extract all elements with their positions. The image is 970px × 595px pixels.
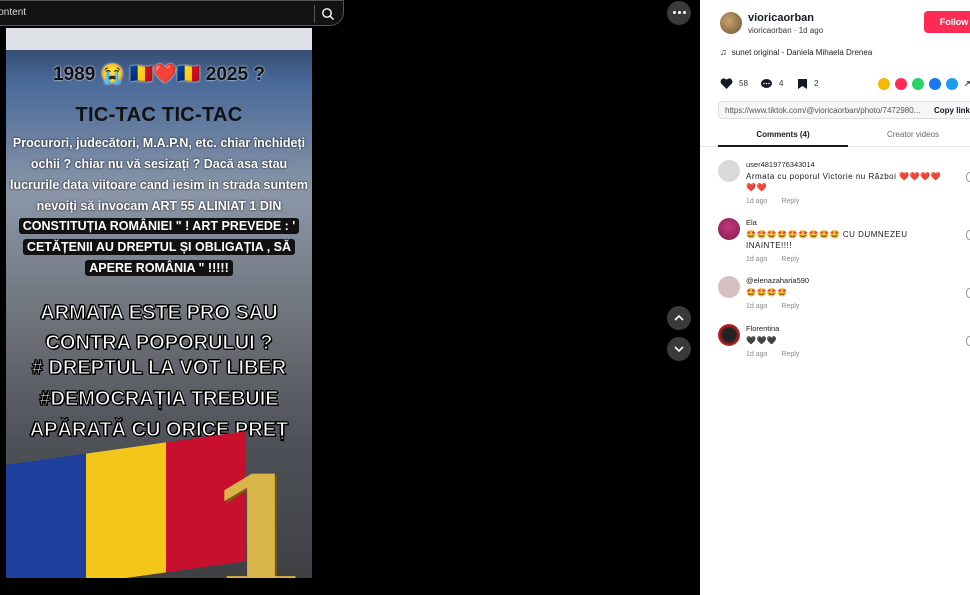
comment-avatar[interactable] [718, 160, 740, 182]
comment-username[interactable]: Florentina [746, 324, 779, 333]
photo-big-line: CONTRA POPORULUI ? [45, 332, 273, 355]
photo-tictac-line: TIC-TAC TIC-TAC [75, 104, 243, 126]
author-username[interactable]: vioricaorban [748, 12, 814, 24]
number-one-badge: 1 [206, 445, 311, 578]
comment-like-icon[interactable] [966, 336, 970, 346]
active-tab-indicator [718, 145, 848, 147]
facebook-icon[interactable] [929, 78, 941, 90]
search-bar[interactable]: ated content [0, 0, 344, 26]
save-count: 2 [814, 79, 819, 88]
comment-username[interactable]: Ela [746, 218, 757, 227]
comment-avatar[interactable] [718, 218, 740, 240]
photo-text-line: ochii ? chiar nu vă sesizați ? Dacă asa … [30, 157, 288, 171]
post-photo[interactable]: 1989 😭 🇷🇴❤️🇷🇴 2025 ? TIC-TAC TIC-TAC Pro… [6, 28, 312, 578]
photo-big-line: APĂRATĂ CU ORICE PREȚ [29, 419, 289, 442]
post-details-panel: vioricaorban vioricaorban · 1d ago Follo… [700, 0, 970, 595]
comment-count: 4 [779, 79, 784, 88]
comment-like-icon[interactable] [966, 172, 970, 182]
comment-text: 🤩🤩🤩🤩🤩🤩🤩🤩🤩 CU DUMNEZEU INAINTE!!!! [746, 230, 908, 250]
photo-viewer: ated content 1989 😭 🇷🇴❤️🇷🇴 2025 ? TIC-TA… [0, 0, 700, 595]
comment-text: Armata cu poporul Victorie nu Război ❤️❤… [746, 172, 941, 192]
comment-icon[interactable] [760, 78, 773, 90]
photo-top-strip [6, 28, 312, 50]
photo-big-line: #DEMOCRAȚIA TREBUIE [39, 388, 279, 411]
comment-time: 1d ago [746, 351, 768, 358]
comment-username[interactable]: user4819776343014 [746, 160, 815, 169]
comment-text: 🖤🖤🖤 [746, 336, 778, 345]
comment-avatar[interactable] [718, 276, 740, 298]
photo-year-line: 1989 😭 🇷🇴❤️🇷🇴 2025 ? [53, 64, 265, 85]
tab-creator-videos[interactable]: Creator videos [848, 130, 970, 139]
comment-time: 1d ago [746, 303, 768, 310]
comment-meta: 1d ago Reply [746, 351, 799, 358]
post-link-text[interactable]: https://www.tiktok.com/@vioricaorban/pho… [725, 106, 920, 115]
comment-avatar[interactable] [718, 324, 740, 346]
reply-button[interactable]: Reply [781, 351, 799, 358]
photo-text-line: nevoiți să invocam ART 55 ALINIAT 1 DIN [36, 199, 282, 213]
comment-time: 1d ago [746, 198, 768, 205]
panel-tabs: Comments (4) Creator videos [700, 125, 970, 147]
twitter-icon[interactable] [946, 78, 958, 90]
like-count: 58 [739, 79, 748, 88]
search-divider [314, 5, 315, 23]
comment-meta: 1d ago Reply [746, 303, 799, 310]
author-subline: vioricaorban · 1d ago [748, 26, 824, 35]
comment-meta: 1d ago Reply [746, 256, 799, 263]
tab-comments[interactable]: Comments (4) [718, 130, 848, 139]
search-icon[interactable] [321, 7, 335, 21]
photo-highlight-line: CONSTITUȚIA ROMÂNIEI " ! ART PREVEDE : ' [18, 218, 300, 234]
previous-post-button[interactable] [667, 306, 691, 330]
author-avatar[interactable] [720, 12, 742, 34]
music-title: sunet original - Daniela Mihaela Drenea [731, 48, 873, 57]
more-options-button[interactable] [667, 1, 691, 25]
comment-item: Ela 🤩🤩🤩🤩🤩🤩🤩🤩🤩 CU DUMNEZEU INAINTE!!!! 1d… [718, 218, 970, 268]
comment-username[interactable]: @elenazaharia590 [746, 276, 809, 285]
comment-like-icon[interactable] [966, 288, 970, 298]
chevron-down-icon [674, 346, 684, 353]
comment-meta: 1d ago Reply [746, 198, 799, 205]
repost-icon[interactable] [878, 78, 890, 90]
reply-button[interactable]: Reply [781, 198, 799, 205]
music-info[interactable]: ♫ sunet original - Daniela Mihaela Drenea [720, 47, 872, 57]
comment-item: user4819776343014 Armata cu poporul Vict… [718, 160, 970, 210]
more-share-icon[interactable]: ↗ [964, 78, 970, 90]
comment-like-icon[interactable] [966, 230, 970, 240]
photo-text-line: lucrurile data viitoare cand iesim in st… [9, 178, 309, 192]
comment-item: Florentina 🖤🖤🖤 1d ago Reply [718, 324, 970, 364]
bookmark-icon[interactable] [797, 78, 808, 90]
reply-button[interactable]: Reply [781, 256, 799, 263]
photo-highlight-line: APERE ROMÂNIA " !!!!! [85, 260, 233, 276]
heart-icon[interactable] [720, 78, 733, 90]
reply-button[interactable]: Reply [781, 303, 799, 310]
comment-time: 1d ago [746, 256, 768, 263]
next-post-button[interactable] [667, 337, 691, 361]
whatsapp-icon[interactable] [912, 78, 924, 90]
comment-text: 🤩🤩🤩🤩 [746, 288, 788, 297]
music-note-icon: ♫ [720, 47, 727, 57]
photo-highlight-line: CETĂȚENII AU DREPTUL ȘI OBLIGAȚIA , SĂ [22, 239, 296, 255]
action-bar: 58 4 2 ↗ [720, 78, 970, 92]
photo-text-line: Procurori, judecători, M.A.P.N, etc. chi… [12, 136, 306, 150]
chevron-up-icon [674, 314, 684, 321]
send-icon[interactable] [895, 78, 907, 90]
search-text: ated content [0, 7, 27, 18]
post-link-box: https://www.tiktok.com/@vioricaorban/pho… [718, 101, 970, 119]
comment-item: @elenazaharia590 🤩🤩🤩🤩 1d ago Reply [718, 276, 970, 316]
photo-big-line: # DREPTUL LA VOT LIBER [31, 357, 287, 380]
copy-link-button[interactable]: Copy link [934, 106, 970, 115]
photo-big-line: ARMATA ESTE PRO SAU [40, 302, 278, 325]
follow-button[interactable]: Follow [924, 11, 970, 33]
